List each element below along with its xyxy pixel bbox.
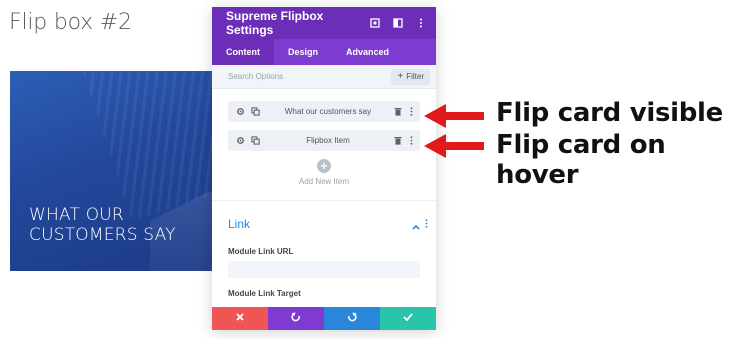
flipbox-front-text: WHAT OUR CUSTOMERS SAY (29, 205, 176, 245)
module-link-url-input[interactable] (228, 261, 420, 278)
search-input[interactable] (228, 72, 392, 81)
settings-modal: Supreme Flipbox Settings Content Design … (212, 7, 436, 330)
modal-title: Supreme Flipbox Settings (226, 9, 324, 37)
expand-icon[interactable] (368, 16, 382, 30)
cancel-button[interactable] (212, 307, 268, 330)
filter-label: Filter (406, 72, 424, 81)
plus-icon: + (397, 71, 404, 82)
list-item[interactable]: Flipbox Item (228, 130, 420, 151)
item-more-icon[interactable] (406, 136, 416, 146)
chevron-up-icon[interactable] (411, 219, 421, 230)
item-label: What our customers say (284, 107, 372, 116)
filter-button[interactable]: + Filter (391, 68, 430, 85)
module-link-target-label: Module Link Target (228, 289, 301, 298)
more-options-icon[interactable] (414, 16, 428, 30)
tab-design[interactable]: Design (274, 39, 332, 65)
duplicate-icon[interactable] (251, 136, 261, 146)
tab-bar: Content Design Advanced (212, 39, 436, 65)
gear-icon[interactable] (236, 107, 246, 117)
item-more-icon[interactable] (406, 107, 416, 117)
redo-button[interactable] (324, 307, 380, 330)
list-item[interactable]: What our customers say (228, 101, 420, 122)
page-title: Flip box #2 (9, 10, 132, 35)
close-icon (236, 313, 244, 324)
plus-icon: + (317, 159, 331, 173)
add-new-item-button[interactable]: + Add New Item (228, 159, 420, 186)
duplicate-icon[interactable] (251, 107, 261, 117)
modal-footer (212, 307, 436, 330)
tab-advanced[interactable]: Advanced (332, 39, 403, 65)
gear-icon[interactable] (236, 136, 246, 146)
add-item-label: Add New Item (298, 177, 350, 186)
section-title: Link (228, 217, 251, 231)
trash-icon[interactable] (393, 107, 403, 117)
link-section-header[interactable]: Link (212, 201, 436, 233)
split-view-icon[interactable] (391, 16, 405, 30)
content-panel: What our customers say Flipbox Item + Ad… (212, 89, 436, 186)
undo-icon (291, 312, 301, 325)
redo-icon (347, 312, 357, 325)
save-button[interactable] (380, 307, 436, 330)
trash-icon[interactable] (393, 136, 403, 146)
tab-content[interactable]: Content (212, 39, 274, 65)
section-more-icon[interactable] (425, 215, 428, 233)
module-link-url-label: Module Link URL (228, 247, 294, 256)
search-row: + Filter (212, 65, 436, 89)
annotation-hover: Flip card on hover (496, 130, 666, 190)
arrow-left-icon (424, 104, 484, 128)
item-label: Flipbox Item (306, 136, 350, 145)
modal-header: Supreme Flipbox Settings (212, 7, 436, 39)
check-icon (403, 313, 413, 324)
undo-button[interactable] (268, 307, 324, 330)
annotation-visible: Flip card visible (496, 98, 723, 128)
flipbox-preview: WHAT OUR CUSTOMERS SAY (10, 71, 228, 271)
arrow-left-icon (424, 134, 484, 158)
